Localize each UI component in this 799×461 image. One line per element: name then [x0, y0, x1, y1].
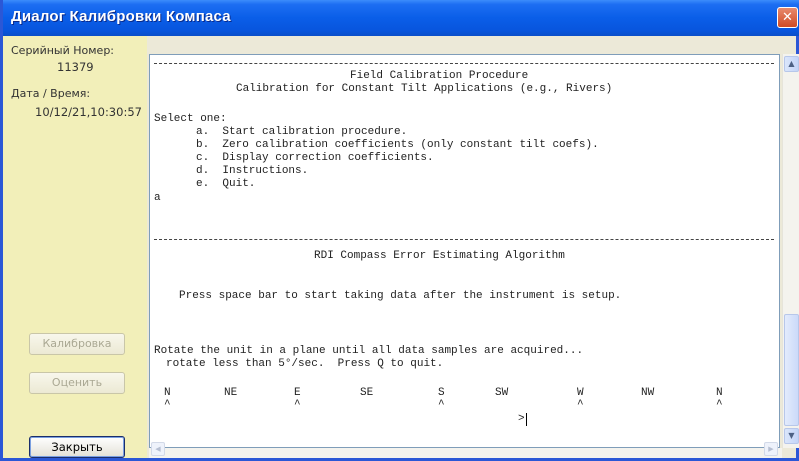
scroll-left-icon[interactable]: ◀ [151, 442, 165, 456]
scroll-thumb[interactable] [784, 314, 799, 426]
console-output[interactable]: Field Calibration Procedure Calibration … [149, 54, 780, 448]
compass-point-nw: NW [641, 387, 655, 399]
scroll-right-icon[interactable]: ▶ [764, 442, 778, 456]
select-prompt: Select one: [154, 113, 227, 125]
compass-point-sw: SW [495, 387, 509, 399]
separator-top [154, 63, 774, 64]
algorithm-title: RDI Compass Error Estimating Algorithm [314, 250, 565, 262]
close-button[interactable]: Закрыть [29, 436, 125, 458]
user-input: a [154, 192, 161, 204]
compass-mark-e: ^ [294, 399, 301, 411]
compass-mark-w: ^ [577, 399, 584, 411]
compass-mark-n-end: ^ [716, 399, 723, 411]
close-window-icon[interactable]: ✕ [777, 7, 798, 28]
serial-number-label: Серийный Номер: [11, 44, 115, 57]
press-space-instruction: Press space bar to start taking data aft… [179, 290, 622, 302]
info-sidebar: Серийный Номер: 11379 Дата / Время: 10/1… [3, 36, 147, 458]
evaluate-button[interactable]: Оценить [29, 372, 125, 394]
input-prompt: > [518, 413, 525, 425]
scroll-down-icon[interactable]: ▼ [784, 428, 799, 444]
rotate-instruction-2: rotate less than 5°/sec. Press Q to quit… [166, 358, 444, 370]
datetime-value: 10/12/21,10:30:57 [35, 105, 142, 119]
calibration-dialog: Диалог Калибровки Компаса ✕ Серийный Ном… [0, 0, 799, 461]
vertical-scrollbar[interactable]: ▲ ▼ [782, 54, 799, 448]
compass-mark-n: ^ [164, 399, 171, 411]
rotate-instruction-1: Rotate the unit in a plane until all dat… [154, 345, 584, 357]
calibrate-button[interactable]: Калибровка [29, 333, 125, 355]
window-title: Диалог Калибровки Компаса [11, 8, 231, 25]
separator-middle [154, 239, 774, 240]
option-c: c. Display correction coefficients. [196, 152, 434, 164]
procedure-subtitle: Calibration for Constant Tilt Applicatio… [236, 83, 613, 95]
text-cursor [526, 413, 527, 426]
option-b: b. Zero calibration coefficients (only c… [196, 139, 599, 151]
compass-point-ne: NE [224, 387, 238, 399]
compass-point-se: SE [360, 387, 374, 399]
title-bar[interactable]: Диалог Калибровки Компаса ✕ [3, 0, 799, 36]
option-d: d. Instructions. [196, 165, 309, 177]
serial-number-value: 11379 [57, 60, 94, 74]
option-a: a. Start calibration procedure. [196, 126, 408, 138]
datetime-label: Дата / Время: [11, 87, 91, 100]
horizontal-scrollbar[interactable]: ◀ ▶ [149, 442, 782, 458]
scroll-up-icon[interactable]: ▲ [784, 56, 799, 72]
compass-mark-s: ^ [438, 399, 445, 411]
procedure-title: Field Calibration Procedure [350, 70, 529, 82]
option-e: e. Quit. [196, 178, 256, 190]
